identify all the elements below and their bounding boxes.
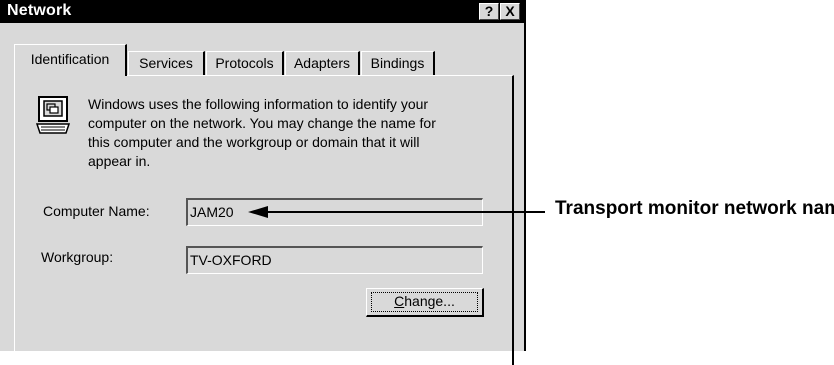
tab-identification[interactable]: Identification: [14, 44, 127, 76]
callout-label: Transport monitor network name: [555, 198, 834, 219]
